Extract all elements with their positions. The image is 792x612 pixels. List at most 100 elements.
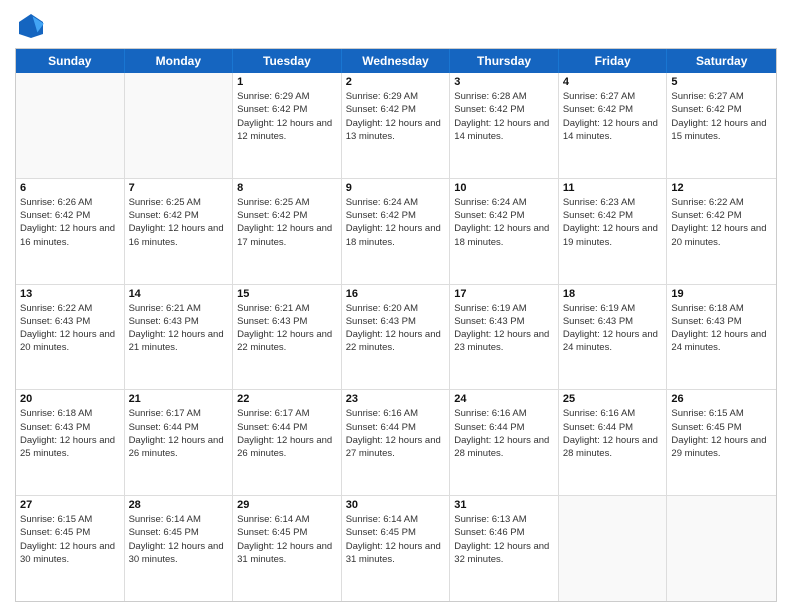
calendar-cell bbox=[125, 73, 234, 178]
calendar-cell: 19 Sunrise: 6:18 AMSunset: 6:43 PMDayligh… bbox=[667, 285, 776, 390]
day-number: 7 bbox=[129, 182, 229, 194]
header-day-saturday: Saturday bbox=[667, 49, 776, 73]
sun-info: Sunrise: 6:20 AMSunset: 6:43 PMDaylight:… bbox=[346, 302, 446, 355]
sun-info: Sunrise: 6:17 AMSunset: 6:44 PMDaylight:… bbox=[129, 407, 229, 460]
sun-info: Sunrise: 6:15 AMSunset: 6:45 PMDaylight:… bbox=[20, 513, 120, 566]
sun-info: Sunrise: 6:27 AMSunset: 6:42 PMDaylight:… bbox=[563, 90, 663, 143]
sun-info: Sunrise: 6:19 AMSunset: 6:43 PMDaylight:… bbox=[563, 302, 663, 355]
day-number: 22 bbox=[237, 393, 337, 405]
calendar-cell: 5 Sunrise: 6:27 AMSunset: 6:42 PMDaylight… bbox=[667, 73, 776, 178]
day-number: 4 bbox=[563, 76, 663, 88]
calendar-cell: 22Sunrise: 6:17 AMSunset: 6:44 PMDayligh… bbox=[233, 390, 342, 495]
calendar: SundayMondayTuesdayWednesdayThursdayFrid… bbox=[15, 48, 777, 602]
calendar-cell: 14 Sunrise: 6:21 AMSunset: 6:43 PMDayligh… bbox=[125, 285, 234, 390]
calendar-cell: 4 Sunrise: 6:27 AMSunset: 6:42 PMDaylight… bbox=[559, 73, 668, 178]
sun-info: Sunrise: 6:29 AMSunset: 6:42 PMDaylight:… bbox=[237, 90, 337, 143]
calendar-cell: 26 Sunrise: 6:15 AMSunset: 6:45 PMDayligh… bbox=[667, 390, 776, 495]
calendar-cell: 20 Sunrise: 6:18 AMSunset: 6:43 PMDayligh… bbox=[16, 390, 125, 495]
day-number: 18 bbox=[563, 288, 663, 300]
day-number: 15 bbox=[237, 288, 337, 300]
header bbox=[15, 10, 777, 42]
day-number: 29 bbox=[237, 499, 337, 511]
sun-info: Sunrise: 6:18 AMSunset: 6:43 PMDaylight:… bbox=[671, 302, 772, 355]
sun-info: Sunrise: 6:16 AMSunset: 6:44 PMDaylight:… bbox=[563, 407, 663, 460]
day-number: 31 bbox=[454, 499, 554, 511]
day-number: 20 bbox=[20, 393, 120, 405]
day-number: 11 bbox=[563, 182, 663, 194]
day-number: 5 bbox=[671, 76, 772, 88]
calendar-week-2: 6Sunrise: 6:26 AMSunset: 6:42 PMDaylight… bbox=[16, 179, 776, 285]
sun-info: Sunrise: 6:18 AMSunset: 6:43 PMDaylight:… bbox=[20, 407, 120, 460]
calendar-cell: 1 Sunrise: 6:29 AMSunset: 6:42 PMDaylight… bbox=[233, 73, 342, 178]
day-number: 26 bbox=[671, 393, 772, 405]
calendar-cell: 2 Sunrise: 6:29 AMSunset: 6:42 PMDaylight… bbox=[342, 73, 451, 178]
sun-info: Sunrise: 6:28 AMSunset: 6:42 PMDaylight:… bbox=[454, 90, 554, 143]
sun-info: Sunrise: 6:21 AMSunset: 6:43 PMDaylight:… bbox=[129, 302, 229, 355]
sun-info: Sunrise: 6:13 AMSunset: 6:46 PMDaylight:… bbox=[454, 513, 554, 566]
day-number: 3 bbox=[454, 76, 554, 88]
header-day-sunday: Sunday bbox=[16, 49, 125, 73]
calendar-cell: 11 Sunrise: 6:23 AMSunset: 6:42 PMDayligh… bbox=[559, 179, 668, 284]
calendar-cell: 10Sunrise: 6:24 AMSunset: 6:42 PMDayligh… bbox=[450, 179, 559, 284]
day-number: 9 bbox=[346, 182, 446, 194]
calendar-week-4: 20 Sunrise: 6:18 AMSunset: 6:43 PMDayligh… bbox=[16, 390, 776, 496]
calendar-cell: 3 Sunrise: 6:28 AMSunset: 6:42 PMDaylight… bbox=[450, 73, 559, 178]
day-number: 17 bbox=[454, 288, 554, 300]
day-number: 21 bbox=[129, 393, 229, 405]
calendar-cell: 27 Sunrise: 6:15 AMSunset: 6:45 PMDayligh… bbox=[16, 496, 125, 601]
sun-info: Sunrise: 6:29 AMSunset: 6:42 PMDaylight:… bbox=[346, 90, 446, 143]
header-day-wednesday: Wednesday bbox=[342, 49, 451, 73]
day-number: 1 bbox=[237, 76, 337, 88]
day-number: 28 bbox=[129, 499, 229, 511]
calendar-cell: 21 Sunrise: 6:17 AMSunset: 6:44 PMDayligh… bbox=[125, 390, 234, 495]
day-number: 25 bbox=[563, 393, 663, 405]
logo-icon bbox=[15, 10, 47, 42]
sun-info: Sunrise: 6:23 AMSunset: 6:42 PMDaylight:… bbox=[563, 196, 663, 249]
day-number: 8 bbox=[237, 182, 337, 194]
calendar-cell: 16 Sunrise: 6:20 AMSunset: 6:43 PMDayligh… bbox=[342, 285, 451, 390]
calendar-week-5: 27 Sunrise: 6:15 AMSunset: 6:45 PMDayligh… bbox=[16, 496, 776, 601]
day-number: 30 bbox=[346, 499, 446, 511]
sun-info: Sunrise: 6:15 AMSunset: 6:45 PMDaylight:… bbox=[671, 407, 772, 460]
sun-info: Sunrise: 6:19 AMSunset: 6:43 PMDaylight:… bbox=[454, 302, 554, 355]
day-number: 13 bbox=[20, 288, 120, 300]
calendar-week-1: 1 Sunrise: 6:29 AMSunset: 6:42 PMDaylight… bbox=[16, 73, 776, 179]
calendar-cell: 30Sunrise: 6:14 AMSunset: 6:45 PMDayligh… bbox=[342, 496, 451, 601]
sun-info: Sunrise: 6:22 AMSunset: 6:42 PMDaylight:… bbox=[671, 196, 772, 249]
header-day-tuesday: Tuesday bbox=[233, 49, 342, 73]
day-number: 19 bbox=[671, 288, 772, 300]
calendar-cell: 18 Sunrise: 6:19 AMSunset: 6:43 PMDayligh… bbox=[559, 285, 668, 390]
day-number: 14 bbox=[129, 288, 229, 300]
sun-info: Sunrise: 6:24 AMSunset: 6:42 PMDaylight:… bbox=[346, 196, 446, 249]
calendar-cell: 17 Sunrise: 6:19 AMSunset: 6:43 PMDayligh… bbox=[450, 285, 559, 390]
calendar-week-3: 13 Sunrise: 6:22 AMSunset: 6:43 PMDayligh… bbox=[16, 285, 776, 391]
sun-info: Sunrise: 6:22 AMSunset: 6:43 PMDaylight:… bbox=[20, 302, 120, 355]
day-number: 16 bbox=[346, 288, 446, 300]
calendar-cell: 15Sunrise: 6:21 AMSunset: 6:43 PMDayligh… bbox=[233, 285, 342, 390]
header-day-friday: Friday bbox=[559, 49, 668, 73]
day-number: 2 bbox=[346, 76, 446, 88]
calendar-cell bbox=[16, 73, 125, 178]
sun-info: Sunrise: 6:16 AMSunset: 6:44 PMDaylight:… bbox=[346, 407, 446, 460]
sun-info: Sunrise: 6:26 AMSunset: 6:42 PMDaylight:… bbox=[20, 196, 120, 249]
calendar-cell: 8Sunrise: 6:25 AMSunset: 6:42 PMDaylight… bbox=[233, 179, 342, 284]
sun-info: Sunrise: 6:24 AMSunset: 6:42 PMDaylight:… bbox=[454, 196, 554, 249]
calendar-cell: 25 Sunrise: 6:16 AMSunset: 6:44 PMDayligh… bbox=[559, 390, 668, 495]
header-day-monday: Monday bbox=[125, 49, 234, 73]
sun-info: Sunrise: 6:27 AMSunset: 6:42 PMDaylight:… bbox=[671, 90, 772, 143]
day-number: 27 bbox=[20, 499, 120, 511]
calendar-cell: 12 Sunrise: 6:22 AMSunset: 6:42 PMDayligh… bbox=[667, 179, 776, 284]
sun-info: Sunrise: 6:14 AMSunset: 6:45 PMDaylight:… bbox=[237, 513, 337, 566]
day-number: 23 bbox=[346, 393, 446, 405]
sun-info: Sunrise: 6:16 AMSunset: 6:44 PMDaylight:… bbox=[454, 407, 554, 460]
calendar-cell: 28 Sunrise: 6:14 AMSunset: 6:45 PMDayligh… bbox=[125, 496, 234, 601]
calendar-cell bbox=[559, 496, 668, 601]
day-number: 12 bbox=[671, 182, 772, 194]
page: SundayMondayTuesdayWednesdayThursdayFrid… bbox=[0, 0, 792, 612]
calendar-cell bbox=[667, 496, 776, 601]
calendar-cell: 24 Sunrise: 6:16 AMSunset: 6:44 PMDayligh… bbox=[450, 390, 559, 495]
calendar-cell: 7Sunrise: 6:25 AMSunset: 6:42 PMDaylight… bbox=[125, 179, 234, 284]
day-number: 24 bbox=[454, 393, 554, 405]
sun-info: Sunrise: 6:14 AMSunset: 6:45 PMDaylight:… bbox=[129, 513, 229, 566]
calendar-cell: 9 Sunrise: 6:24 AMSunset: 6:42 PMDaylight… bbox=[342, 179, 451, 284]
